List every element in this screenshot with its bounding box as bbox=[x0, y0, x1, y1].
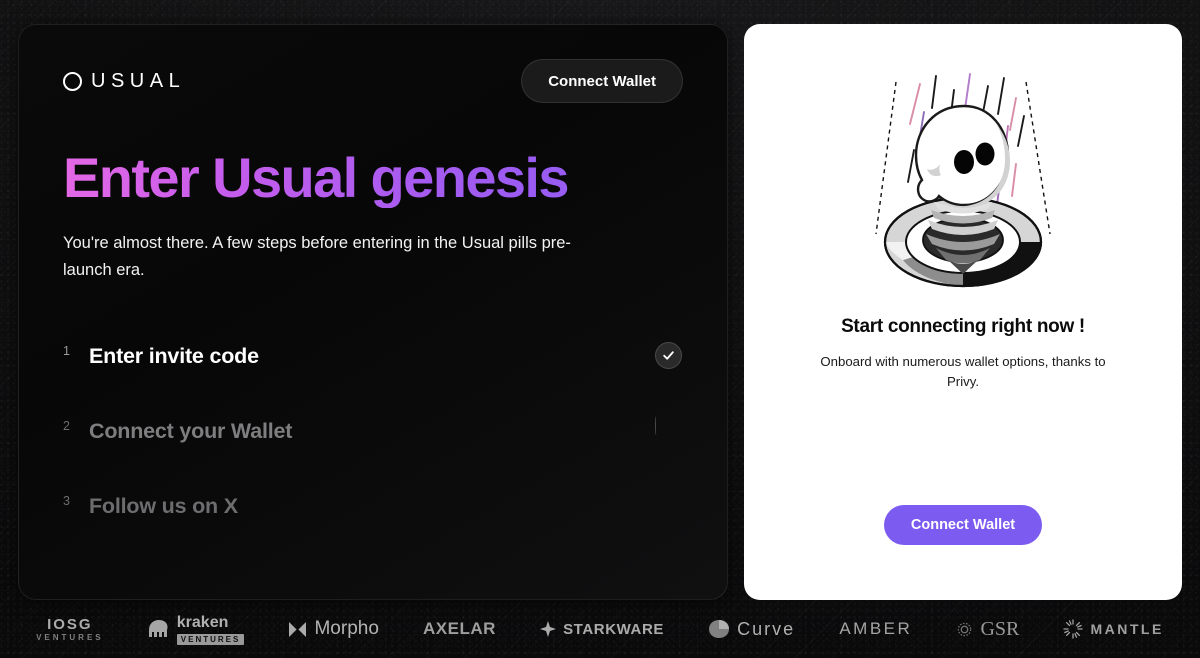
step-item-enter-invite-code[interactable]: 1 Enter invite code bbox=[63, 336, 683, 376]
step-item-connect-wallet[interactable]: 2 Connect your Wallet bbox=[63, 411, 683, 451]
partner-name: GSR bbox=[980, 617, 1020, 640]
step-number: 2 bbox=[63, 419, 70, 434]
wallet-connect-panel: Start connecting right now ! Onboard wit… bbox=[744, 24, 1182, 600]
gsr-mark-icon bbox=[958, 622, 972, 636]
partner-name: AXELAR bbox=[423, 619, 496, 638]
step-item-follow-on-x[interactable]: 3 Follow us on X bbox=[63, 486, 683, 526]
mantle-mark-icon bbox=[1063, 619, 1084, 639]
partner-logo-gsr: GSR bbox=[956, 618, 1019, 641]
onboarding-card: USUAL Connect Wallet Enter Usual genesis… bbox=[18, 24, 728, 600]
partner-logo-kraken: kraken VENTURES bbox=[148, 614, 245, 645]
morpho-mark-icon bbox=[289, 621, 307, 637]
kraken-mark-icon bbox=[148, 620, 168, 637]
step-status bbox=[655, 342, 683, 370]
partners-footer: IOSG VENTURES kraken VENTURES Morpho AXE… bbox=[0, 600, 1200, 658]
page-subtitle: You're almost there. A few steps before … bbox=[63, 233, 571, 280]
panel-title: Start connecting right now ! bbox=[841, 316, 1085, 337]
connect-wallet-header-button[interactable]: Connect Wallet bbox=[521, 59, 683, 103]
starkware-mark-icon bbox=[540, 621, 557, 637]
step-label: Connect your Wallet bbox=[89, 418, 293, 443]
usual-logo: USUAL bbox=[63, 70, 185, 93]
step-number: 3 bbox=[63, 494, 70, 509]
partner-logo-starkware: STARKWARE bbox=[540, 621, 664, 638]
page-title: Enter Usual genesis bbox=[63, 148, 683, 208]
partner-name: STARKWARE bbox=[563, 620, 665, 638]
spinner-icon bbox=[655, 416, 657, 436]
logo-text: USUAL bbox=[91, 69, 186, 92]
step-label: Follow us on X bbox=[89, 493, 238, 518]
partner-name: IOSG bbox=[47, 616, 93, 633]
connect-wallet-primary-button[interactable]: Connect Wallet bbox=[883, 505, 1043, 545]
card-header: USUAL Connect Wallet bbox=[63, 55, 683, 107]
page-root: USUAL Connect Wallet Enter Usual genesis… bbox=[0, 0, 1200, 658]
check-icon bbox=[655, 342, 682, 370]
partner-logo-mantle: MANTLE bbox=[1063, 619, 1163, 639]
partner-name: AMBER bbox=[839, 619, 913, 638]
partner-logo-iosg: IOSG VENTURES bbox=[36, 616, 104, 642]
curve-mark-icon bbox=[709, 620, 730, 638]
partner-name: kraken bbox=[176, 613, 229, 631]
panel-subtitle: Onboard with numerous wallet options, th… bbox=[820, 354, 1106, 390]
partner-logo-amber: AMBER bbox=[839, 619, 912, 639]
partner-logo-curve: Curve bbox=[708, 619, 795, 640]
partner-logo-morpho: Morpho bbox=[288, 618, 379, 640]
circle-o-icon bbox=[63, 71, 82, 91]
step-label: Enter invite code bbox=[89, 343, 259, 368]
partner-name: MANTLE bbox=[1090, 621, 1164, 637]
step-number: 1 bbox=[63, 344, 70, 359]
blob-portal-illustration bbox=[875, 73, 1051, 288]
partner-name: Morpho bbox=[314, 618, 379, 639]
partner-subtitle: VENTURES bbox=[176, 633, 245, 645]
step-status bbox=[655, 492, 683, 520]
partner-name: Curve bbox=[737, 618, 796, 639]
partner-subtitle: VENTURES bbox=[36, 633, 104, 642]
step-status bbox=[655, 416, 683, 445]
steps-list: 1 Enter invite code 2 Connect your Walle… bbox=[63, 336, 683, 526]
partner-logo-axelar: AXELAR bbox=[423, 619, 496, 639]
